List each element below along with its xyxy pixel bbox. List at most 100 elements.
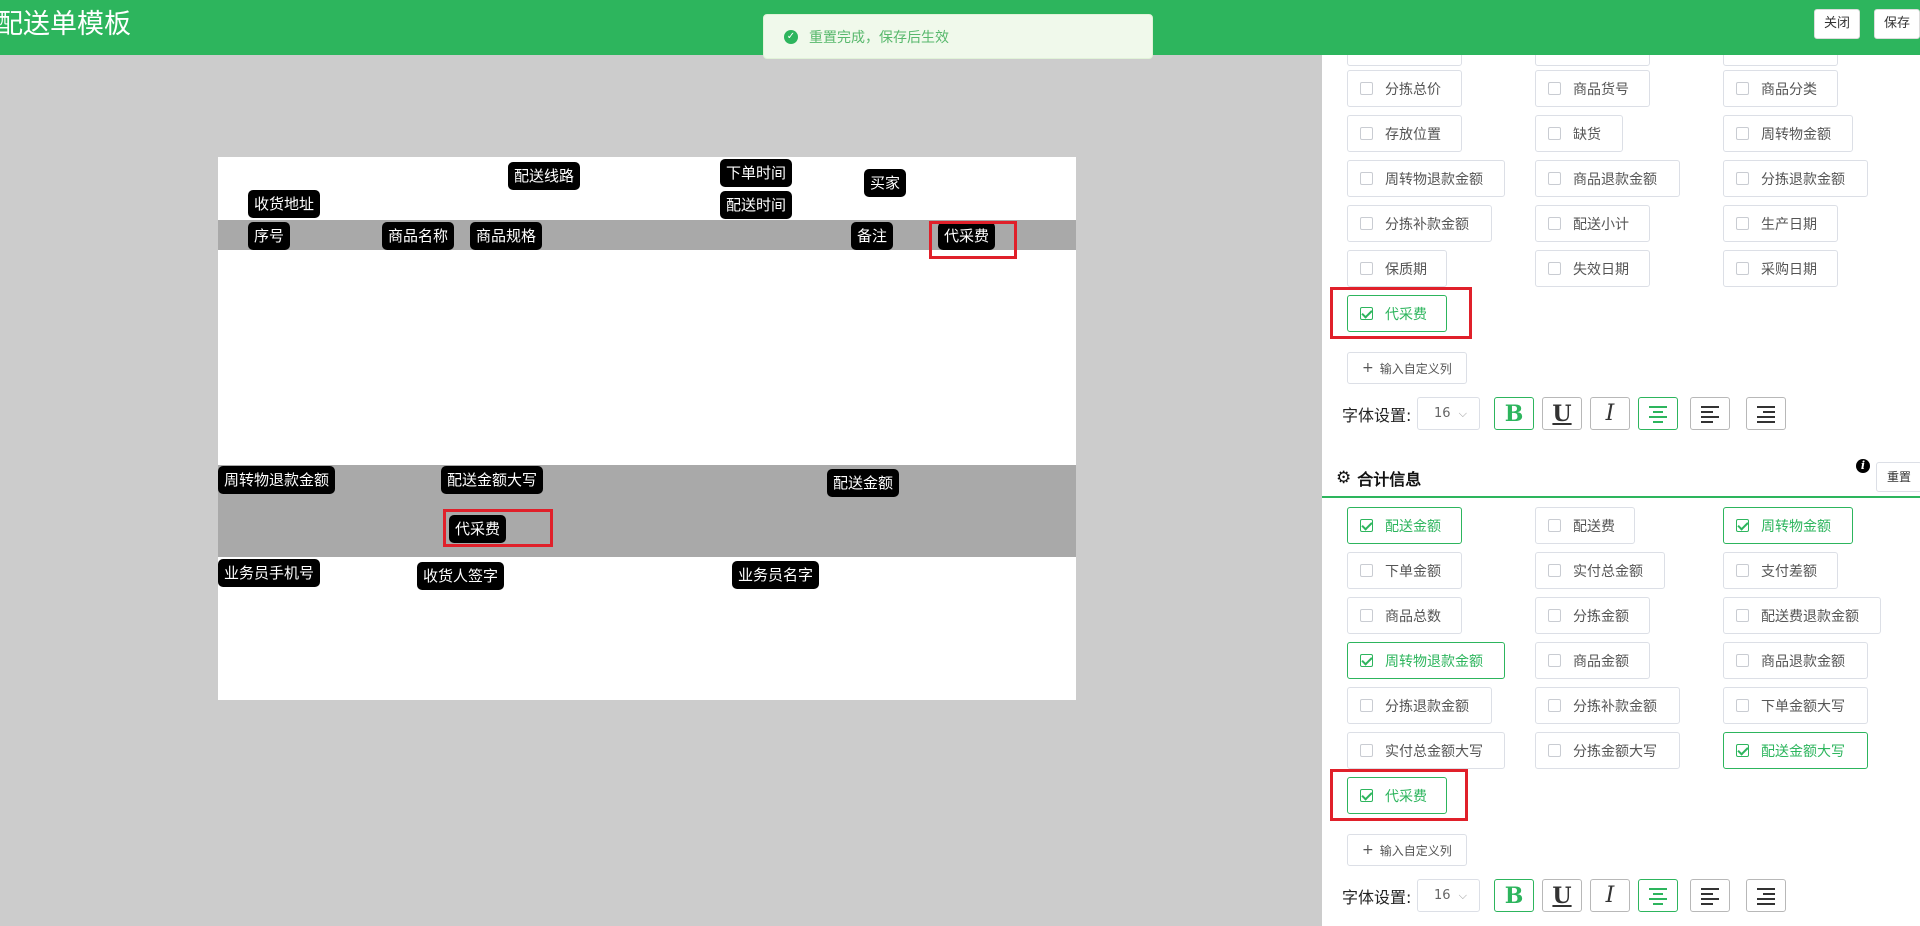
option-chip[interactable]: 分拣补款金额 [1347,205,1492,242]
align-right-button[interactable] [1746,879,1786,912]
option-chip[interactable]: 支付差额 [1723,552,1838,589]
bold-icon: B [1504,400,1524,427]
option-label: 支付差额 [1761,563,1817,580]
option-label: 生产日期 [1761,216,1817,233]
info-icon[interactable]: i [1856,459,1870,473]
field-tag[interactable]: 收货地址 [248,190,321,218]
option-chip[interactable]: 商品货号 [1535,70,1650,107]
add-custom-label: 输入自定义列 [1379,843,1452,858]
option-chip-checked[interactable]: 配送金额 [1347,507,1462,544]
option-chip[interactable]: 存放位置 [1347,115,1462,152]
option-chip[interactable]: 下单金额 [1347,552,1462,589]
option-chip-checked[interactable]: 配送金额大写 [1723,732,1868,769]
option-chip[interactable]: 分拣退款金额 [1723,160,1868,197]
reset-button[interactable]: 重置 [1876,462,1920,492]
option-label: 下单金额 [1385,563,1441,580]
option-chip[interactable]: 商品总数 [1347,597,1462,634]
checkbox-icon [1736,172,1749,185]
option-chip[interactable]: 商品分类 [1723,70,1838,107]
option-chip[interactable]: 分拣金额大写 [1535,732,1680,769]
field-tag[interactable]: 业务员名字 [732,561,820,589]
option-chip[interactable]: 周转物金额 [1723,115,1853,152]
font-size-select[interactable]: 16 ⌵ [1417,879,1480,912]
option-chip[interactable]: 实付总金额大写 [1347,732,1505,769]
option-chip[interactable]: 分拣金额 [1535,597,1650,634]
option-chip[interactable]: 采购日期 [1723,250,1838,287]
italic-icon: I [1605,883,1615,908]
option-chip[interactable]: 配送小计 [1535,205,1650,242]
save-button[interactable]: 保存 [1874,9,1920,39]
checkbox-checked-icon [1736,744,1749,757]
bold-button[interactable]: B [1494,397,1534,430]
field-tag[interactable]: 业务员手机号 [218,559,321,587]
italic-button[interactable]: I [1590,879,1630,912]
checkbox-icon [1360,609,1373,622]
option-chip[interactable]: 配送费 [1535,507,1635,544]
option-label: 商品总数 [1385,608,1441,625]
column-tag[interactable]: 序号 [248,222,291,250]
align-right-button[interactable] [1746,397,1786,430]
checkbox-icon [1548,127,1561,140]
option-label: 商品退款金额 [1573,171,1657,188]
option-label: 实付总金额 [1573,563,1643,580]
option-chip-checked[interactable]: 周转物退款金额 [1347,642,1505,679]
option-label: 配送费退款金额 [1761,608,1859,625]
option-chip[interactable]: 实付总金额 [1535,552,1665,589]
field-tag[interactable]: 买家 [864,169,907,197]
font-size-select[interactable]: 16 ⌵ [1417,397,1480,430]
summary-tag[interactable]: 配送金额大写 [441,466,544,494]
align-left-button[interactable] [1690,397,1730,430]
option-label: 周转物金额 [1761,126,1831,143]
checkbox-icon [1360,744,1373,757]
option-chip[interactable]: 保质期 [1347,250,1447,287]
add-custom-column-button[interactable]: + 输入自定义列 [1347,352,1467,384]
column-tag[interactable]: 备注 [851,222,894,250]
underline-button[interactable]: U [1542,397,1582,430]
option-label: 配送费 [1573,518,1615,535]
option-chip[interactable]: 下单金额大写 [1723,687,1868,724]
option-chip[interactable]: 商品退款金额 [1535,160,1680,197]
option-label: 分拣金额 [1573,608,1629,625]
plus-icon: + [1362,842,1374,858]
option-label: 配送金额大写 [1761,743,1845,760]
align-left-button[interactable] [1690,879,1730,912]
add-custom-label: 输入自定义列 [1379,361,1452,376]
option-chip[interactable]: 分拣补款金额 [1535,687,1680,724]
align-center-icon [1649,405,1667,423]
add-custom-column-button[interactable]: + 输入自定义列 [1347,834,1467,866]
align-center-button[interactable] [1638,879,1678,912]
summary-tag[interactable]: 配送金额 [827,469,900,497]
column-tag[interactable]: 商品规格 [470,222,543,250]
option-label: 配送小计 [1573,216,1629,233]
option-label: 缺货 [1573,126,1601,143]
bold-button[interactable]: B [1494,879,1534,912]
field-tag[interactable]: 配送线路 [508,162,581,190]
field-tag[interactable]: 收货人签字 [417,562,505,590]
option-label: 周转物退款金额 [1385,171,1483,188]
italic-icon: I [1605,401,1615,426]
option-chip-partial[interactable] [1535,55,1650,66]
option-chip[interactable]: 失效日期 [1535,250,1650,287]
option-chip-checked[interactable]: 周转物金额 [1723,507,1853,544]
field-tag[interactable]: 下单时间 [720,159,793,187]
underline-button[interactable]: U [1542,879,1582,912]
column-tag[interactable]: 商品名称 [382,222,455,250]
option-chip[interactable]: 分拣总价 [1347,70,1462,107]
option-chip[interactable]: 周转物退款金额 [1347,160,1505,197]
field-tag[interactable]: 配送时间 [720,191,793,219]
option-chip-partial[interactable] [1347,55,1462,66]
align-center-button[interactable] [1638,397,1678,430]
option-chip[interactable]: 商品金额 [1535,642,1650,679]
summary-tag[interactable]: 周转物退款金额 [218,466,336,494]
font-setting-label: 字体设置: [1342,888,1412,907]
italic-button[interactable]: I [1590,397,1630,430]
option-chip[interactable]: 分拣退款金额 [1347,687,1492,724]
close-button[interactable]: 关闭 [1814,9,1860,39]
option-chip[interactable]: 生产日期 [1723,205,1838,242]
option-label: 下单金额大写 [1761,698,1845,715]
option-chip[interactable]: 配送费退款金额 [1723,597,1881,634]
align-center-icon [1649,887,1667,905]
option-chip-partial[interactable] [1723,55,1838,66]
option-chip[interactable]: 缺货 [1535,115,1623,152]
option-chip[interactable]: 商品退款金额 [1723,642,1868,679]
